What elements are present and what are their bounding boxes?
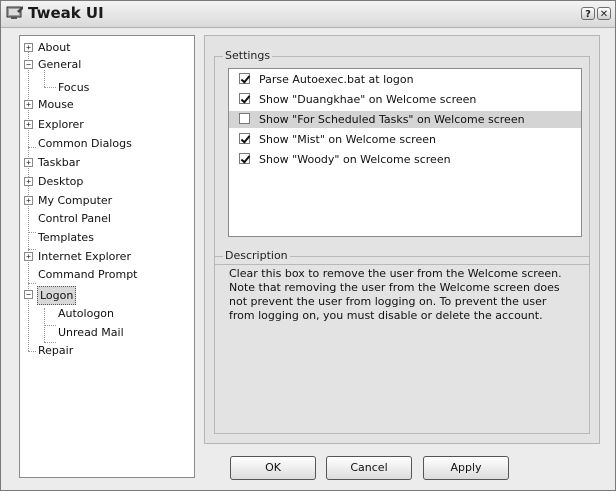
tree-item-label: Unread Mail: [58, 326, 124, 339]
tree-item-label: Mouse: [38, 98, 74, 111]
tree-item-label: Control Panel: [38, 212, 111, 225]
setting-label: Show "Woody" on Welcome screen: [259, 153, 451, 166]
tree-item-label: General: [38, 58, 82, 71]
setting-show-scheduled-tasks[interactable]: Show "For Scheduled Tasks" on Welcome sc…: [229, 111, 581, 128]
tree-connector-line: [28, 283, 36, 284]
checkbox[interactable]: [239, 133, 250, 144]
tree-item-repair[interactable]: Repair: [38, 342, 73, 359]
tree-item-label: Taskbar: [38, 156, 80, 169]
tree-item-command-prompt[interactable]: Command Prompt: [38, 266, 138, 283]
help-button[interactable]: ?: [581, 7, 595, 20]
setting-show-duangkhae[interactable]: Show "Duangkhae" on Welcome screen: [229, 91, 581, 108]
settings-list[interactable]: Parse Autoexec.bat at logon Show "Duangk…: [228, 68, 582, 237]
setting-label: Show "Duangkhae" on Welcome screen: [259, 93, 477, 106]
checkbox[interactable]: [239, 153, 250, 164]
setting-show-woody[interactable]: Show "Woody" on Welcome screen: [229, 151, 581, 168]
description-line: from logging on, you must disable or del…: [229, 309, 543, 322]
settings-group-label: Settings: [223, 49, 273, 62]
setting-label: Show "Mist" on Welcome screen: [259, 133, 436, 146]
ok-button[interactable]: OK: [230, 456, 316, 480]
tree-item-label: My Computer: [38, 194, 113, 207]
tree-connector-line: [28, 232, 36, 233]
tree-item-templates[interactable]: Templates: [38, 229, 94, 246]
tree-item-label: Focus: [58, 81, 90, 94]
checkbox[interactable]: [239, 93, 250, 104]
category-tree[interactable]: + About − General Focus + Mouse + Explor…: [19, 35, 195, 478]
tree-item-label: Templates: [38, 231, 94, 244]
checkbox[interactable]: [239, 73, 250, 84]
tree-item-label: About: [38, 41, 71, 54]
tree-connector-line: [44, 325, 56, 326]
expand-icon[interactable]: +: [24, 120, 33, 129]
tree-item-label: Desktop: [38, 175, 84, 188]
tree-item-label: Internet Explorer: [38, 250, 131, 263]
tree-item-label: Logon: [37, 286, 77, 305]
tree-item-label: Command Prompt: [38, 268, 138, 281]
tree-item-common-dialogs[interactable]: Common Dialogs: [38, 135, 132, 152]
collapse-icon[interactable]: −: [24, 290, 33, 299]
expand-icon[interactable]: +: [24, 177, 33, 186]
window-title: Tweak UI: [28, 4, 104, 22]
description-line: Note that removing the user from the Wel…: [229, 281, 560, 294]
title-bar[interactable]: Tweak UI ? ✕: [1, 1, 615, 28]
expand-icon[interactable]: +: [24, 158, 33, 167]
setting-label: Parse Autoexec.bat at logon: [259, 73, 414, 86]
setting-parse-autoexec[interactable]: Parse Autoexec.bat at logon: [229, 71, 581, 88]
collapse-icon[interactable]: −: [24, 60, 33, 69]
checkbox[interactable]: [239, 113, 250, 124]
tree-item-focus[interactable]: Focus: [58, 79, 89, 96]
tree-connector-line: [28, 351, 36, 352]
expand-icon[interactable]: +: [24, 43, 33, 52]
tree-item-autologon[interactable]: Autologon: [58, 305, 114, 322]
setting-label: Show "For Scheduled Tasks" on Welcome sc…: [259, 113, 525, 126]
tree-connector-line: [28, 147, 36, 148]
description-text: Clear this box to remove the user from t…: [229, 267, 583, 323]
expand-icon[interactable]: +: [24, 100, 33, 109]
tree-connector-line: [44, 87, 56, 88]
cancel-button[interactable]: Cancel: [326, 456, 412, 480]
apply-button[interactable]: Apply: [423, 456, 509, 480]
close-button[interactable]: ✕: [597, 7, 611, 20]
expand-icon[interactable]: +: [24, 252, 33, 261]
description-group-label: Description: [223, 249, 290, 262]
tree-item-unread-mail[interactable]: Unread Mail: [58, 324, 124, 341]
tree-item-control-panel[interactable]: Control Panel: [38, 210, 111, 227]
description-line: Clear this box to remove the user from t…: [229, 267, 562, 280]
description-line: not prevent the user from logging on. To…: [229, 295, 547, 308]
tweak-ui-app-icon: [6, 6, 23, 19]
tree-connector-line: [28, 249, 36, 250]
tree-item-label: Explorer: [38, 118, 84, 131]
setting-show-mist[interactable]: Show "Mist" on Welcome screen: [229, 131, 581, 148]
tree-item-label: Repair: [38, 344, 74, 357]
expand-icon[interactable]: +: [24, 196, 33, 205]
tree-item-label: Autologon: [58, 307, 115, 320]
tree-item-label: Common Dialogs: [38, 137, 132, 150]
